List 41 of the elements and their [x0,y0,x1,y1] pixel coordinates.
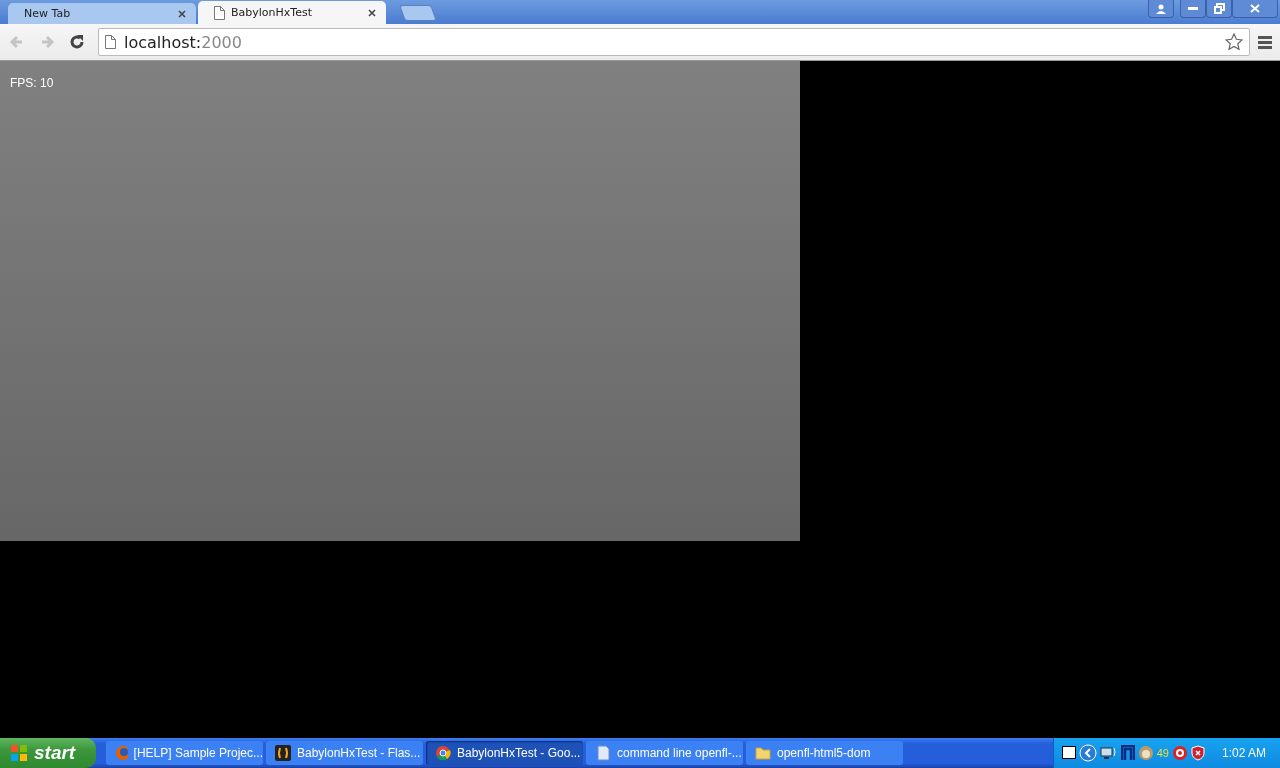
app-icon[interactable] [1120,745,1135,761]
windows-logo-icon [10,744,28,762]
document-icon [595,745,611,761]
reload-icon [68,33,86,51]
close-icon[interactable] [178,9,186,18]
restore-button[interactable] [1206,0,1232,18]
browser-icon [115,745,128,761]
app-icon [275,745,291,761]
close-icon[interactable] [368,8,376,17]
taskbar-item[interactable]: command line openfl-... [586,741,743,765]
minimize-button[interactable] [1180,0,1206,18]
start-button[interactable]: start [0,738,96,768]
chevron-icon[interactable] [1078,744,1097,762]
shield-icon[interactable] [1190,745,1205,761]
browser-tab[interactable]: New Tab [8,3,196,24]
network-icon[interactable] [1099,745,1118,761]
person-icon [1156,3,1166,14]
taskbar-item[interactable]: BabylonHxTest - Goo... [426,741,583,765]
url-text: localhost:2000 [124,32,242,52]
close-button[interactable] [1232,0,1278,18]
tab-title: BabylonHxTest [231,6,312,19]
profile-button[interactable] [1148,0,1174,18]
close-icon [1250,3,1260,13]
folder-icon [755,745,771,761]
restore-icon [1213,2,1225,14]
clock: 1:02 AM [1221,746,1266,760]
taskbar-item[interactable]: BabylonHxTest - Flas... [266,741,423,765]
taskbar-item[interactable]: openfl-html5-dom [746,741,903,765]
browser-icon [435,745,451,761]
page-icon [214,5,225,20]
taskbar-item[interactable]: [HELP] Sample Projec... [106,741,263,765]
tab-title: New Tab [24,7,71,20]
minimize-icon [1188,6,1198,10]
star-icon[interactable] [1225,33,1243,51]
tray-count: 49 [1156,747,1169,759]
browser-tab[interactable]: BabylonHxTest [198,1,386,24]
target-icon[interactable] [1171,745,1188,761]
page-icon [105,35,116,49]
menu-icon[interactable] [1258,35,1272,49]
fps-counter: FPS: 10 [10,76,54,90]
address-bar[interactable]: localhost:2000 [98,28,1250,56]
